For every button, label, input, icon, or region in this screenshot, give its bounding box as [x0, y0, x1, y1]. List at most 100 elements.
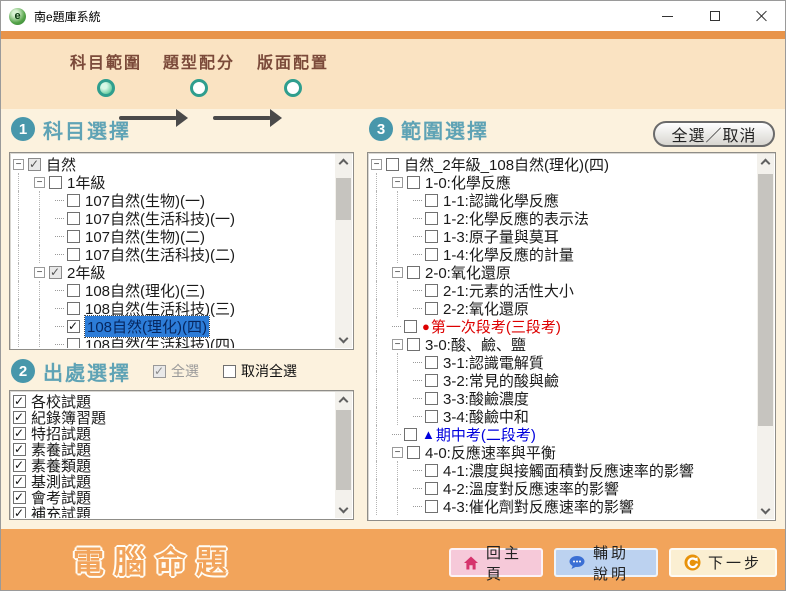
collapse-icon[interactable]: − — [371, 159, 382, 170]
checkbox[interactable] — [404, 428, 417, 441]
checkbox[interactable] — [425, 248, 438, 261]
tree-row[interactable]: 4-2:溫度對反應速率的影響 — [371, 479, 756, 497]
scrollbar-thumb[interactable] — [758, 174, 773, 426]
tree-row[interactable]: 1-2:化學反應的表示法 — [371, 209, 756, 227]
checkbox[interactable] — [425, 302, 438, 315]
scroll-up-icon[interactable] — [339, 397, 349, 407]
checkbox[interactable] — [67, 302, 80, 315]
collapse-icon[interactable]: − — [392, 447, 403, 458]
minimize-button[interactable] — [644, 1, 691, 31]
checkbox[interactable] — [67, 320, 80, 333]
checkbox[interactable] — [13, 411, 26, 424]
checkbox[interactable] — [404, 320, 417, 333]
tree-row[interactable]: 107自然(生活科技)(二) — [13, 245, 334, 263]
checkbox[interactable] — [386, 158, 399, 171]
checkbox[interactable] — [13, 507, 26, 519]
range-tree-scrollbar[interactable] — [757, 154, 774, 519]
scroll-down-icon[interactable] — [339, 504, 349, 514]
checkbox[interactable] — [67, 248, 80, 261]
checkbox[interactable] — [425, 500, 438, 513]
collapse-icon[interactable]: − — [13, 159, 24, 170]
scroll-down-icon[interactable] — [339, 334, 349, 344]
scrollbar-thumb[interactable] — [336, 410, 351, 490]
tree-row[interactable]: 3-2:常見的酸與鹼 — [371, 371, 756, 389]
tree-row[interactable]: −2年級 — [13, 263, 334, 281]
tree-row[interactable]: 1-4:化學反應的計量 — [371, 245, 756, 263]
tree-label[interactable]: 107自然(生活科技)(二) — [85, 244, 235, 265]
checkbox[interactable] — [425, 194, 438, 207]
tree-row[interactable]: −自然_2年級_108自然(理化)(四) — [371, 155, 756, 173]
scroll-up-icon[interactable] — [761, 159, 771, 169]
tree-row[interactable]: −3-0:酸、鹼、鹽 — [371, 335, 756, 353]
tree-row[interactable]: 107自然(生活科技)(一) — [13, 209, 334, 227]
maximize-button[interactable] — [691, 1, 738, 31]
scroll-down-icon[interactable] — [761, 505, 771, 515]
checkbox[interactable] — [425, 212, 438, 225]
checkbox[interactable] — [13, 459, 26, 472]
tree-row[interactable]: 1-1:認識化學反應 — [371, 191, 756, 209]
checkbox[interactable] — [425, 464, 438, 477]
close-button[interactable] — [738, 1, 785, 31]
checkbox[interactable] — [425, 356, 438, 369]
tree-row[interactable]: ●第一次段考(三段考) — [371, 317, 756, 335]
checkbox[interactable] — [13, 475, 26, 488]
source-list-scrollbar[interactable] — [335, 392, 352, 518]
tree-row[interactable]: 1-3:原子量與莫耳 — [371, 227, 756, 245]
tree-row[interactable]: −1-0:化學反應 — [371, 173, 756, 191]
tree-row[interactable]: 108自然(理化)(三) — [13, 281, 334, 299]
tree-label[interactable]: 108自然(生活科技)(四) — [85, 334, 235, 349]
tree-row[interactable]: 108自然(生活科技)(四) — [13, 335, 334, 348]
collapse-icon[interactable]: − — [392, 267, 403, 278]
tree-row[interactable]: 3-1:認識電解質 — [371, 353, 756, 371]
checkbox[interactable] — [49, 266, 62, 279]
checkbox[interactable] — [425, 230, 438, 243]
checkbox[interactable] — [407, 338, 420, 351]
tree-row[interactable]: 3-4:酸鹼中和 — [371, 407, 756, 425]
tree-row[interactable]: 107自然(生物)(一) — [13, 191, 334, 209]
checkbox[interactable] — [13, 491, 26, 504]
tree-row[interactable]: 4-3:催化劑對反應速率的影響 — [371, 497, 756, 515]
checkbox[interactable] — [67, 230, 80, 243]
checkbox[interactable] — [13, 395, 26, 408]
tree-row[interactable]: −自然 — [13, 155, 334, 173]
checkbox[interactable] — [67, 284, 80, 297]
tree-row[interactable]: 2-2:氧化還原 — [371, 299, 756, 317]
deselect-all-checkbox[interactable] — [223, 365, 236, 378]
select-toggle-button[interactable]: 全選／取消 — [653, 121, 775, 147]
checkbox[interactable] — [67, 194, 80, 207]
tree-row[interactable]: 108自然(理化)(四) — [13, 317, 334, 335]
scroll-up-icon[interactable] — [339, 159, 349, 169]
checkbox[interactable] — [407, 446, 420, 459]
scrollbar-thumb[interactable] — [336, 178, 351, 220]
collapse-icon[interactable]: − — [392, 339, 403, 350]
checkbox[interactable] — [407, 266, 420, 279]
checkbox[interactable] — [28, 158, 41, 171]
next-button[interactable]: 下一步 — [669, 548, 777, 577]
tree-row[interactable]: −1年級 — [13, 173, 334, 191]
checkbox[interactable] — [67, 338, 80, 349]
tree-row[interactable]: −2-0:氧化還原 — [371, 263, 756, 281]
help-button[interactable]: 輔助說明 — [554, 548, 658, 577]
checkbox[interactable] — [425, 392, 438, 405]
checkbox[interactable] — [49, 176, 62, 189]
checkbox[interactable] — [407, 176, 420, 189]
home-button[interactable]: 回主頁 — [449, 548, 543, 577]
tree-label[interactable]: 4-3:催化劑對反應速率的影響 — [443, 496, 634, 517]
tree-row[interactable]: 108自然(生活科技)(三) — [13, 299, 334, 317]
select-all-checkbox[interactable] — [153, 365, 166, 378]
collapse-icon[interactable]: − — [34, 267, 45, 278]
select-all-option[interactable]: 全選 — [153, 361, 199, 381]
checkbox[interactable] — [13, 443, 26, 456]
tree-row[interactable]: 107自然(生物)(二) — [13, 227, 334, 245]
checkbox[interactable] — [13, 427, 26, 440]
checkbox[interactable] — [425, 374, 438, 387]
checkbox[interactable] — [425, 284, 438, 297]
collapse-icon[interactable]: − — [34, 177, 45, 188]
tree-row[interactable]: 3-3:酸鹼濃度 — [371, 389, 756, 407]
checkbox[interactable] — [425, 482, 438, 495]
tree-row[interactable]: 4-1:濃度與接觸面積對反應速率的影響 — [371, 461, 756, 479]
collapse-icon[interactable]: − — [392, 177, 403, 188]
subject-tree-scrollbar[interactable] — [335, 154, 352, 348]
wizard-step-3[interactable]: 版面配置 — [238, 49, 348, 97]
tree-row[interactable]: 2-1:元素的活性大小 — [371, 281, 756, 299]
